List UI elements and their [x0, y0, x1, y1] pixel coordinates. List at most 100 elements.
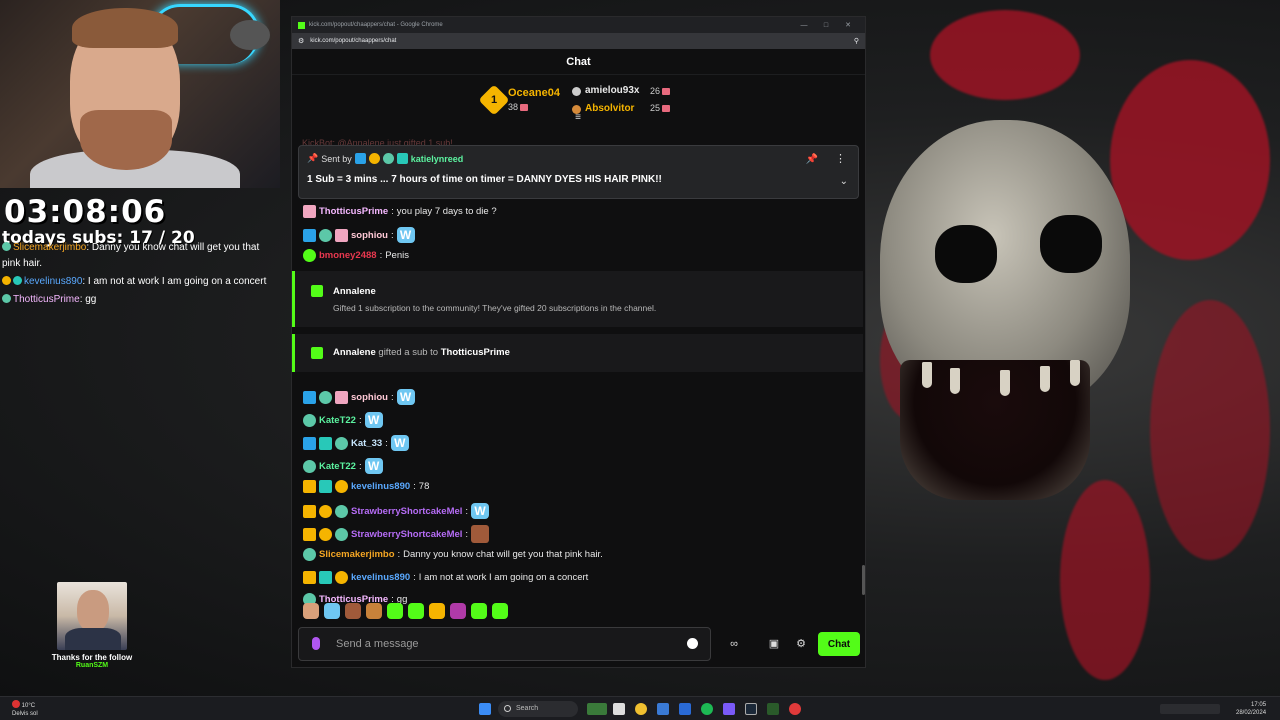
rank-badge-icon: 1 — [478, 84, 510, 116]
gear-icon[interactable]: ⚙ — [794, 637, 808, 651]
chat-send-button[interactable]: Chat — [818, 632, 860, 656]
vip-badge-icon — [396, 153, 408, 164]
start-icon[interactable] — [479, 703, 491, 715]
kick-favicon-icon — [298, 21, 305, 29]
window-titlebar[interactable]: kick.com/popout/chaappers/chat - Google … — [292, 17, 865, 33]
chat-text: 78 — [418, 481, 430, 492]
kick-emote-icon[interactable] — [387, 603, 403, 619]
spotify-icon[interactable] — [701, 703, 713, 715]
tooth — [950, 368, 960, 394]
store-icon[interactable]: ▣ — [767, 637, 781, 651]
og-badge-icon — [335, 527, 348, 541]
chrome-icon[interactable] — [635, 703, 647, 715]
clock[interactable]: 17:05 28/02/2024 — [1236, 701, 1266, 717]
chat-username[interactable]: kevelinus890 — [351, 572, 410, 583]
chat-username[interactable]: KateT22 — [319, 415, 356, 426]
pinned-username[interactable]: katielynreed — [411, 154, 464, 164]
kick-emote-icon[interactable] — [471, 603, 487, 619]
obs-icon[interactable] — [789, 703, 801, 715]
more-options-icon[interactable]: ⋮ — [835, 152, 846, 165]
chat-username[interactable]: kevelinus890 — [351, 481, 410, 492]
silver-medal-icon — [572, 87, 581, 96]
emoji-icon[interactable] — [687, 638, 698, 649]
emote-icon[interactable] — [345, 603, 361, 619]
leader-name[interactable]: Oceane04 — [508, 87, 560, 99]
weather-widget[interactable]: 10°C Delvis sol — [12, 700, 38, 718]
chat-message: kevelinus890: I am not at work I am goin… — [303, 571, 588, 584]
overlay-user: kevelinus890 — [24, 276, 83, 287]
chevron-down-icon[interactable]: ⌄ — [840, 176, 848, 187]
minimize-icon[interactable]: — — [793, 22, 815, 29]
file-icon[interactable] — [613, 703, 625, 715]
kick-emote-icon[interactable] — [408, 603, 424, 619]
taskbar-search[interactable]: Search — [498, 701, 578, 717]
tooth — [922, 362, 932, 388]
search-icon — [504, 705, 511, 712]
widgets-icon[interactable] — [587, 703, 607, 715]
badge-icon — [2, 276, 11, 285]
system-tray[interactable] — [1160, 704, 1220, 714]
emote-icon[interactable] — [450, 603, 466, 619]
w-emote-icon[interactable] — [324, 603, 340, 619]
overlay-user: ThotticusPrime — [13, 294, 80, 305]
chat-username[interactable]: StrawberryShortcakeMel — [351, 529, 462, 540]
overlay-text: : I am not at work I am going on a conce… — [82, 276, 267, 287]
chat-username[interactable]: sophiou — [351, 230, 388, 241]
gift-badge-icon — [335, 390, 348, 404]
verified-badge-icon — [303, 249, 316, 262]
message-input[interactable] — [298, 627, 711, 661]
store-app-icon[interactable] — [657, 703, 669, 715]
badge-icon — [2, 242, 11, 251]
leader-name[interactable]: Absolvitor — [585, 103, 634, 114]
founder-badge-icon — [335, 571, 348, 584]
zoom-icon[interactable]: ⚲ — [854, 37, 859, 45]
close-icon[interactable]: ✕ — [837, 21, 859, 29]
chat-username[interactable]: StrawberryShortcakeMel — [351, 506, 462, 517]
og-badge-icon — [382, 153, 394, 164]
blood-splatter — [930, 10, 1080, 100]
kicks-infinity-icon[interactable]: ∞ — [720, 637, 748, 651]
maximize-icon[interactable]: □ — [815, 22, 837, 29]
chat-header: Chat — [292, 49, 865, 75]
chat-text: Penis — [385, 250, 409, 261]
app-icon[interactable] — [723, 703, 735, 715]
chat-username[interactable]: Kat_33 — [351, 438, 382, 449]
url-text[interactable]: kick.com/popout/chaappers/chat — [310, 38, 854, 44]
collapse-icon[interactable]: ≡ — [571, 113, 585, 123]
weather-desc: Delvis sol — [12, 711, 38, 717]
heart-emote-icon[interactable] — [429, 603, 445, 619]
steam-icon[interactable] — [745, 703, 757, 715]
gift-icon — [311, 285, 323, 297]
overlay-user: Slicemakerjimbo — [13, 242, 87, 253]
og-badge-icon — [303, 548, 316, 561]
weather-icon — [12, 700, 20, 708]
chat-username[interactable]: Slicemakerjimbo — [319, 549, 395, 560]
og-badge-icon — [335, 436, 348, 450]
terminal-icon[interactable] — [767, 703, 779, 715]
chat-username[interactable]: ThotticusPrime — [319, 206, 388, 217]
chat-username[interactable]: bmoney2488 — [319, 250, 377, 261]
kick-emote-icon[interactable] — [492, 603, 508, 619]
gift-sub-event: Annalene gifted a sub to ThotticusPrime — [292, 334, 863, 372]
site-info-icon[interactable]: ⚙ — [298, 37, 304, 45]
search-label: Search — [516, 705, 539, 712]
leader-name[interactable]: amielou93x — [585, 85, 639, 96]
microphone-icon[interactable] — [312, 637, 320, 650]
recipient-name[interactable]: ThotticusPrime — [441, 347, 510, 358]
app-icon[interactable] — [679, 703, 691, 715]
w-emote-icon: W — [396, 389, 415, 405]
chat-username[interactable]: KateT22 — [319, 461, 356, 472]
chat-message: Kat_33: W — [303, 435, 409, 451]
crown-badge-icon — [303, 527, 316, 541]
pin-icon[interactable]: 📌 — [806, 154, 818, 165]
gifter-name[interactable]: Annalene — [333, 347, 376, 358]
chat-scrollbar[interactable] — [862, 565, 865, 595]
w-emote-icon: W — [396, 227, 415, 243]
chat-username[interactable]: sophiou — [351, 392, 388, 403]
leader-count: 38 — [508, 102, 529, 112]
emote-icon[interactable] — [366, 603, 382, 619]
gift-sub-text: Annalene gifted a sub to ThotticusPrime — [333, 347, 510, 358]
overlay-chat-line: Slicemakerjimbo: Danny you know chat wil… — [2, 240, 272, 272]
emote-icon[interactable] — [303, 603, 319, 619]
gift-event-user[interactable]: Annalene — [333, 286, 376, 297]
